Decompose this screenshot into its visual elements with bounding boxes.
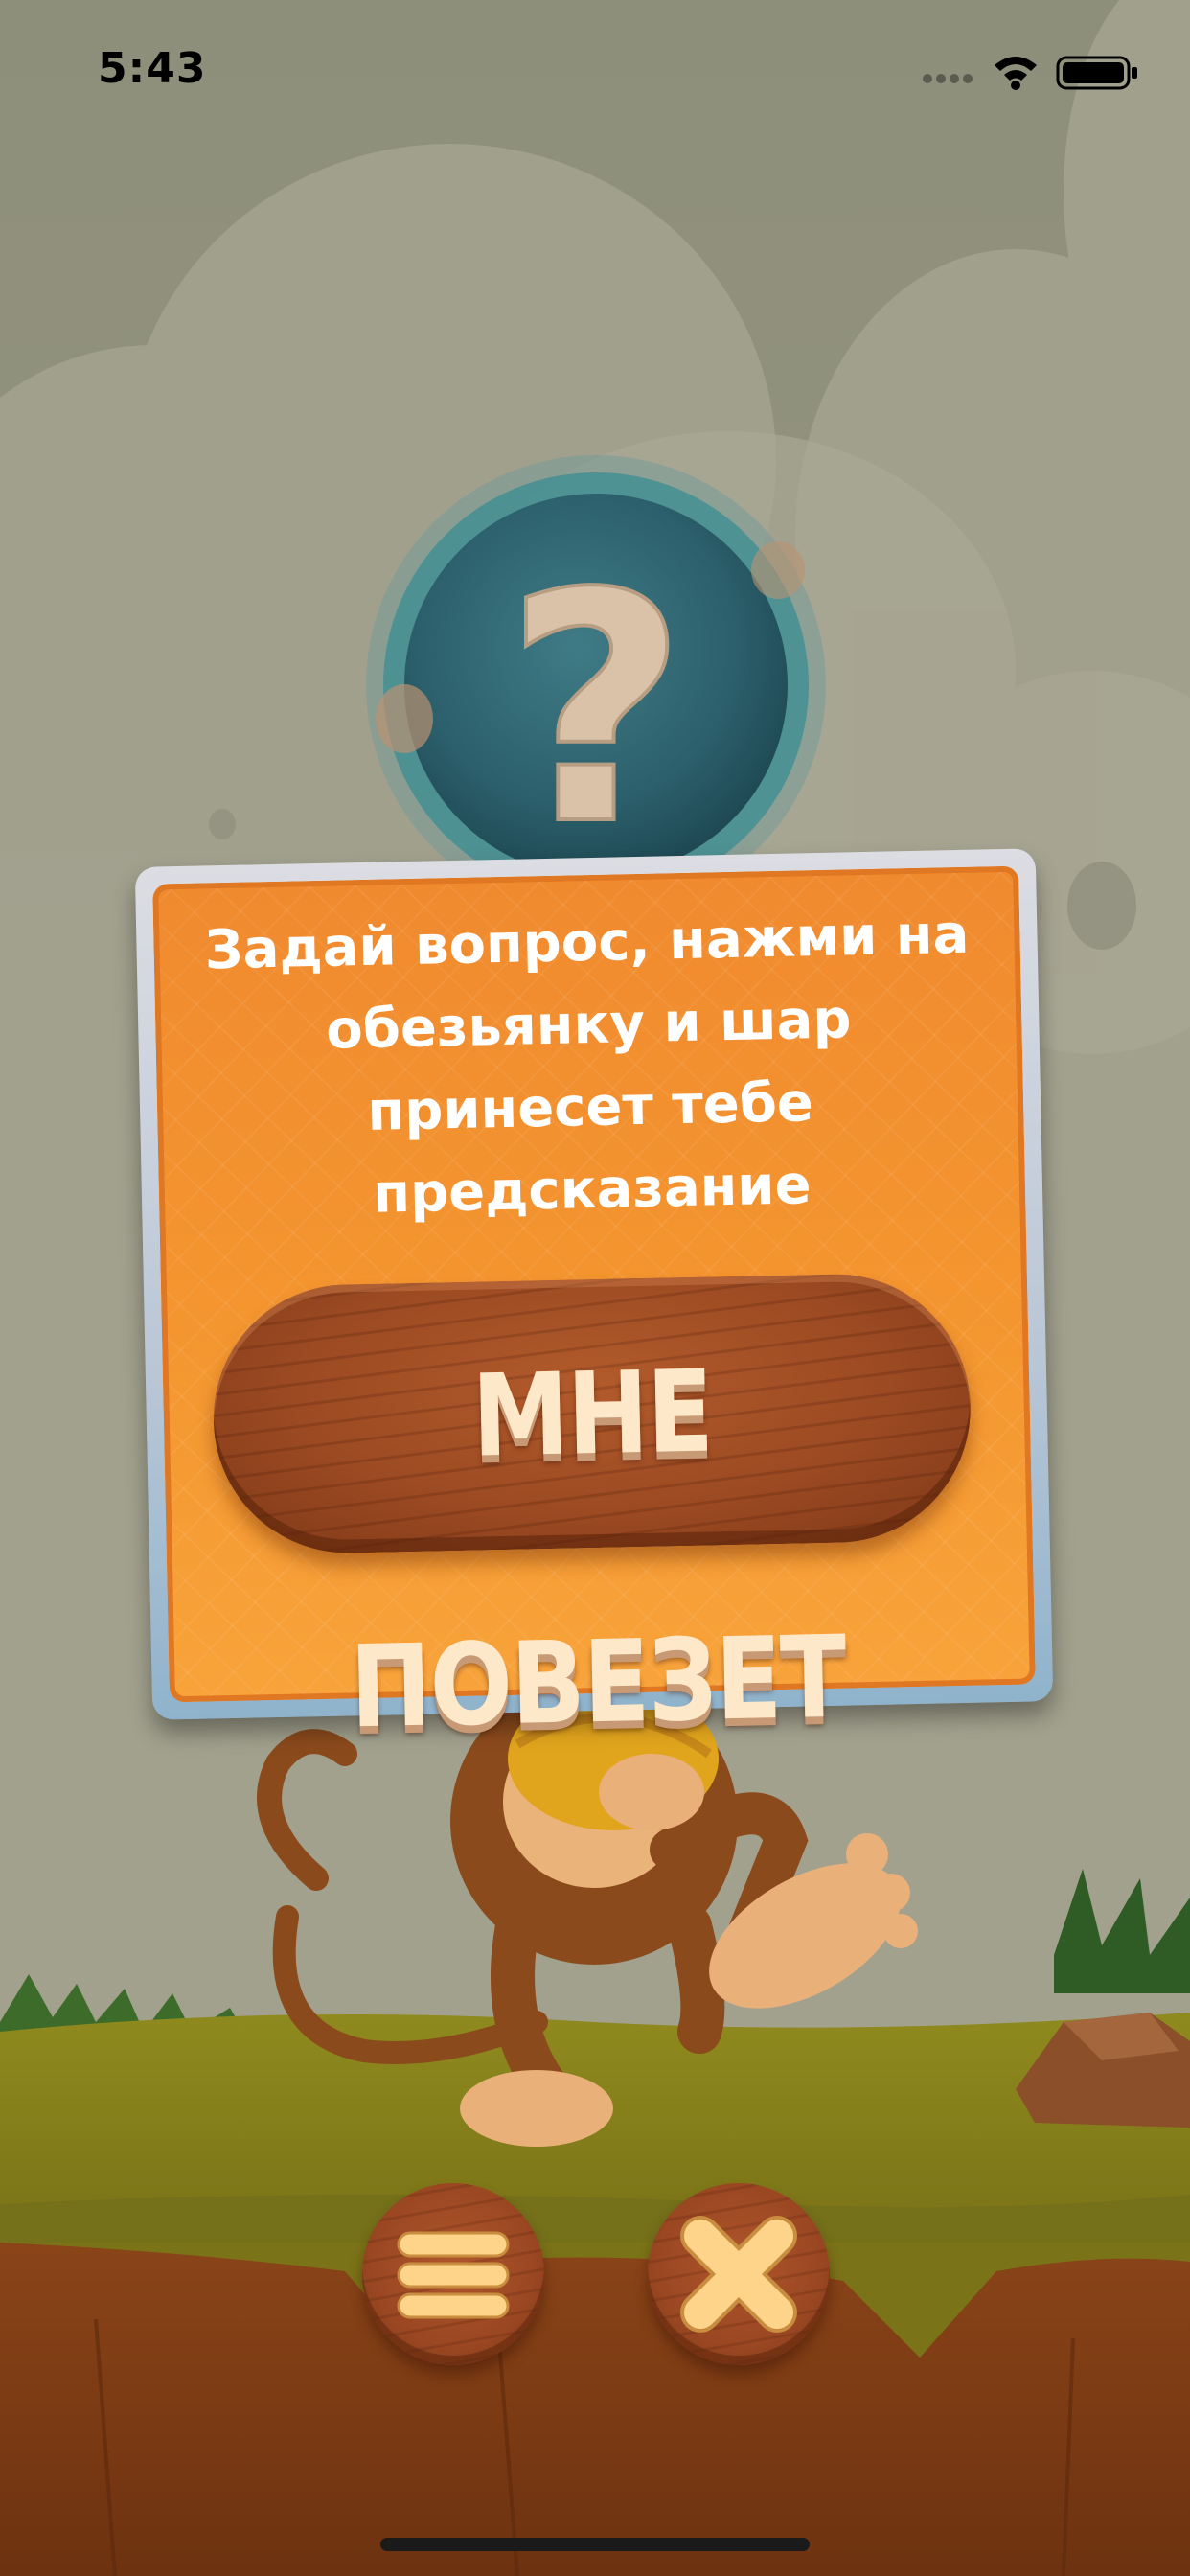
- close-button[interactable]: [648, 2183, 830, 2365]
- status-time: 5:43: [98, 44, 207, 93]
- status-bar: 5:43: [0, 0, 1190, 144]
- dialog-panel: Задай вопрос, нажми на обезьянку и шар п…: [152, 865, 1036, 1754]
- battery-icon: [1056, 56, 1137, 90]
- signal-icon: [923, 74, 973, 83]
- close-icon: [680, 2216, 797, 2333]
- menu-button[interactable]: [362, 2183, 544, 2365]
- question-mark-icon: ?: [504, 526, 687, 894]
- menu-icon: [397, 2231, 510, 2319]
- lucky-button[interactable]: МНЕ ПОВЕЗЕТ: [210, 1271, 973, 1754]
- dialog-message: Задай вопрос, нажми на обезьянку и шар п…: [204, 903, 970, 1226]
- app-screen: ? Задай вопрос, нажми на обезьянку и шар…: [0, 0, 1190, 2576]
- prediction-dialog: Задай вопрос, нажми на обезьянку и шар п…: [134, 848, 1054, 1754]
- home-indicator[interactable]: [380, 2538, 810, 2551]
- lucky-button-label: МНЕ ПОВЕЗЕТ: [349, 1345, 847, 1754]
- status-icons: [923, 56, 1137, 90]
- wifi-icon: [995, 57, 1037, 90]
